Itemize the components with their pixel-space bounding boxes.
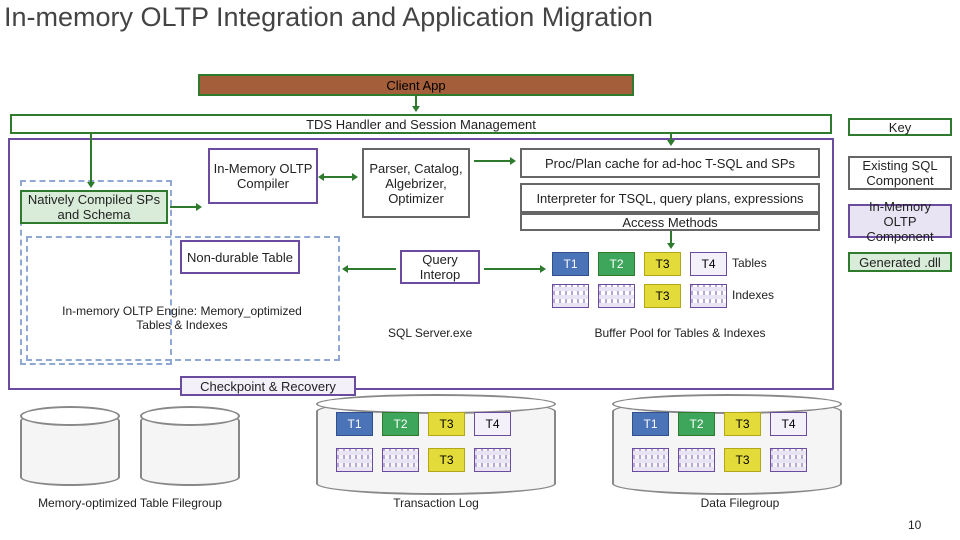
proc-cache-box: Proc/Plan cache for ad-hoc T-SQL and SPs — [520, 148, 820, 178]
arrow-icon — [484, 268, 544, 270]
legend-existing: Existing SQL Component — [848, 156, 952, 190]
index-icon — [474, 448, 511, 472]
arrow-icon — [344, 268, 396, 270]
engine-label: In-memory OLTP Engine: Memory_optimized … — [48, 304, 316, 332]
index-t3: T3 — [644, 284, 681, 308]
tds-session-box: TDS Handler and Session Management — [10, 114, 832, 134]
cylinder-icon — [20, 412, 120, 486]
datafg-t2: T2 — [678, 412, 715, 436]
tables-label: Tables — [732, 256, 767, 270]
index-icon — [690, 284, 727, 308]
index-icon — [336, 448, 373, 472]
nondurable-table-box: Non-durable Table — [180, 240, 300, 274]
arrow-icon — [670, 134, 672, 144]
cylinder-icon — [140, 412, 240, 486]
table-t4: T4 — [690, 252, 727, 276]
checkpoint-recovery-box: Checkpoint & Recovery — [180, 376, 356, 396]
txlog-t1: T1 — [336, 412, 373, 436]
txlog-t2: T2 — [382, 412, 419, 436]
arrow-icon — [170, 206, 200, 208]
memopt-filegroup-label: Memory-optimized Table Filegroup — [20, 496, 240, 510]
indexes-label: Indexes — [732, 288, 774, 302]
txlog-idx-t3: T3 — [428, 448, 465, 472]
datafg-t4: T4 — [770, 412, 807, 436]
legend-generated: Generated .dll — [848, 252, 952, 272]
page-number: 10 — [908, 518, 921, 532]
client-app-box: Client App — [198, 74, 634, 96]
index-icon — [678, 448, 715, 472]
page-title: In-memory OLTP Integration and Applicati… — [4, 2, 653, 33]
index-icon — [770, 448, 807, 472]
txlog-t3: T3 — [428, 412, 465, 436]
datafg-idx-t3: T3 — [724, 448, 761, 472]
datafg-label: Data Filegroup — [660, 496, 820, 510]
inmem-compiler-box: In-Memory OLTP Compiler — [208, 148, 318, 204]
key-title: Key — [848, 118, 952, 136]
index-icon — [382, 448, 419, 472]
txlog-t4: T4 — [474, 412, 511, 436]
arrow-icon — [474, 160, 514, 162]
interpreter-box: Interpreter for TSQL, query plans, expre… — [520, 183, 820, 213]
table-t1: T1 — [552, 252, 589, 276]
datafg-t1: T1 — [632, 412, 669, 436]
buffer-pool-label: Buffer Pool for Tables & Indexes — [560, 326, 800, 340]
index-icon — [632, 448, 669, 472]
parser-box: Parser, Catalog, Algebrizer, Optimizer — [362, 148, 470, 218]
arrow-icon — [415, 96, 417, 110]
index-icon — [552, 284, 589, 308]
sqlexe-label: SQL Server.exe — [388, 326, 472, 340]
arrow-icon — [90, 134, 92, 186]
txlog-label: Transaction Log — [356, 496, 516, 510]
access-methods-box: Access Methods — [520, 213, 820, 231]
datafg-t3: T3 — [724, 412, 761, 436]
table-t3: T3 — [644, 252, 681, 276]
legend-inmem: In-Memory OLTP Component — [848, 204, 952, 238]
table-t2: T2 — [598, 252, 635, 276]
arrow-icon — [670, 231, 672, 247]
index-icon — [598, 284, 635, 308]
arrow-icon — [320, 176, 356, 178]
natively-compiled-box: Natively Compiled SPs and Schema — [20, 190, 168, 224]
query-interop-box: Query Interop — [400, 250, 480, 284]
